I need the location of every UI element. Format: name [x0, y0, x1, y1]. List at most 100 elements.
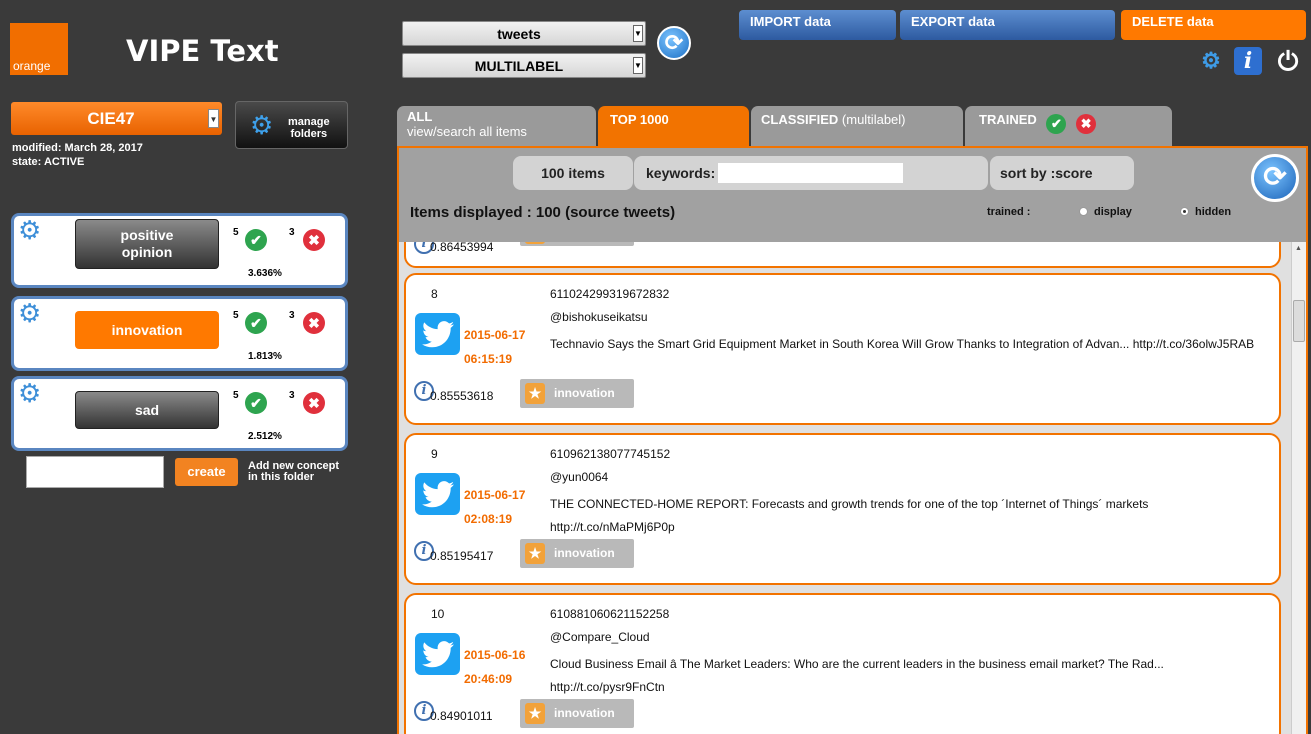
trained-hidden-radio[interactable]: hidden — [1180, 206, 1231, 218]
concept-tag[interactable]: ★ innovation — [520, 379, 634, 408]
item-date: 2015-06-16 20:46:09 — [464, 648, 526, 686]
radio-dot[interactable] — [1079, 207, 1088, 216]
check-icon[interactable]: ✔ — [245, 312, 267, 334]
cross-icon: ✖ — [1076, 114, 1097, 134]
items-panel: 100 items keywords: sort by :score ⟳ Ite… — [397, 146, 1308, 734]
tab-classified[interactable]: CLASSIFIED (multilabel) — [751, 106, 963, 146]
concept-card: ⚙ sad 5 ✔ 3 ✖ 2.512% — [11, 376, 348, 451]
tab-all[interactable]: ALL view/search all items — [397, 106, 596, 146]
chevron-down-icon[interactable]: ▼ — [633, 25, 643, 42]
item-date: 2015-06-17 06:15:19 — [464, 328, 526, 366]
item-score: 0.85195417 — [430, 549, 494, 563]
award-icon: ★ — [525, 242, 545, 244]
negative-count: 3 — [289, 390, 295, 401]
folder-select-value: CIE47 — [87, 109, 135, 128]
item-number: 8 — [431, 287, 438, 301]
scrollbar[interactable]: ▲ — [1291, 242, 1306, 734]
check-icon[interactable]: ✔ — [245, 229, 267, 251]
items-toolbar: 100 items keywords: sort by :score ⟳ Ite… — [399, 148, 1306, 242]
negative-count: 3 — [289, 310, 295, 321]
check-icon[interactable]: ✔ — [245, 392, 267, 414]
item-text: Technavio Says the Smart Grid Equipment … — [550, 337, 1255, 351]
chevron-down-icon[interactable]: ▼ — [633, 57, 643, 74]
sort-by[interactable]: sort by :score — [990, 156, 1134, 190]
twitter-icon — [415, 313, 460, 355]
folder-select[interactable]: CIE47 ▼ — [11, 102, 222, 135]
scrollbar-thumb[interactable] — [1293, 300, 1305, 342]
item-score: 0.86453994 — [430, 242, 494, 254]
concept-tag[interactable]: ★ — [520, 242, 634, 246]
positive-count: 5 — [233, 227, 239, 238]
item-user[interactable]: @yun0064 — [550, 470, 608, 484]
concept-card: ⚙ positive opinion 5 ✔ 3 ✖ 3.636% — [11, 213, 348, 288]
item-text: Cloud Business Email â The Market Leader… — [550, 657, 1164, 694]
concept-label: innovation — [111, 321, 183, 338]
concept-button[interactable]: innovation — [75, 311, 219, 349]
source-select[interactable]: tweets ▼ — [402, 21, 646, 46]
cross-icon[interactable]: ✖ — [303, 312, 325, 334]
items-count: 100 items — [513, 156, 633, 190]
create-concept-button[interactable]: create — [175, 458, 238, 486]
concept-button[interactable]: positive opinion — [75, 219, 219, 269]
gear-icon[interactable]: ⚙ — [18, 380, 41, 406]
tab-top-1000[interactable]: TOP 1000 — [598, 106, 749, 146]
items-list: i 0.86453994 ★ 8 2015-06-1706:15:19 6110… — [399, 242, 1306, 734]
delete-data-button[interactable]: DELETE data — [1121, 10, 1306, 40]
radio-dot[interactable] — [1180, 207, 1189, 216]
negative-count: 3 — [289, 227, 295, 238]
concept-percentage: 3.636% — [248, 268, 282, 279]
new-concept-input[interactable] — [26, 456, 164, 488]
concept-tag[interactable]: ★ innovation — [520, 699, 634, 728]
chevron-down-icon[interactable]: ▼ — [208, 109, 219, 128]
list-item: 10 2015-06-16 20:46:09 610881060621152258… — [404, 593, 1281, 734]
info-icon[interactable]: i — [1234, 47, 1262, 75]
trained-label: trained : — [987, 206, 1031, 218]
concept-tag[interactable]: ★ innovation — [520, 539, 634, 568]
mode-select-value: MULTILABEL — [474, 58, 564, 74]
refresh-icon[interactable]: ⟳ — [657, 26, 691, 60]
award-icon: ★ — [525, 383, 545, 404]
item-id: 610962138077745152 — [550, 447, 671, 461]
check-icon: ✔ — [1046, 114, 1067, 134]
tab-trained[interactable]: TRAINED ✔ ✖ — [965, 106, 1172, 146]
item-user[interactable]: @bishokuseikatsu — [550, 310, 648, 324]
keywords-input[interactable] — [718, 163, 903, 183]
concept-percentage: 1.813% — [248, 351, 282, 362]
list-item: 8 2015-06-17 06:15:19 611024299319672832 … — [404, 273, 1281, 425]
settings-icon[interactable]: ⚙ — [1197, 47, 1225, 75]
cross-icon[interactable]: ✖ — [303, 229, 325, 251]
folder-meta: modified: March 28, 2017 state: ACTIVE — [12, 141, 143, 169]
item-user[interactable]: @Compare_Cloud — [550, 630, 650, 644]
refresh-icon[interactable]: ⟳ — [1251, 154, 1299, 202]
folder-state: state: ACTIVE — [12, 156, 85, 168]
item-number: 10 — [431, 607, 445, 621]
item-text: THE CONNECTED-HOME REPORT: Forecasts and… — [550, 497, 1149, 534]
keywords-label: keywords: — [646, 165, 716, 181]
item-number: 9 — [431, 447, 438, 461]
scroll-up-icon[interactable]: ▲ — [1295, 245, 1302, 252]
gear-icon[interactable]: ⚙ — [18, 300, 41, 326]
concept-button[interactable]: sad — [75, 391, 219, 429]
manage-folders-label-2: folders — [290, 128, 328, 140]
concept-label-2: opinion — [121, 244, 173, 260]
trained-display-radio[interactable]: display — [1079, 206, 1132, 218]
list-item: i 0.86453994 ★ — [404, 242, 1281, 268]
item-id: 611024299319672832 — [550, 287, 670, 301]
manage-folders-label: manage — [288, 116, 330, 128]
concept-label: positive — [120, 227, 174, 243]
folder-modified: modified: March 28, 2017 — [12, 142, 143, 154]
export-data-button[interactable]: EXPORT data — [900, 10, 1115, 40]
app-title: VIPE Text — [126, 34, 279, 68]
manage-folders-button[interactable]: ⚙ manage folders — [235, 101, 348, 149]
power-icon[interactable]: ⏻ — [1274, 47, 1302, 75]
import-data-button[interactable]: IMPORT data — [739, 10, 896, 40]
keywords-filter: keywords: — [634, 156, 988, 190]
item-score: 0.84901011 — [430, 709, 493, 723]
concept-percentage: 2.512% — [248, 431, 282, 442]
brand-text: orange — [13, 59, 51, 73]
mode-select[interactable]: MULTILABEL ▼ — [402, 53, 646, 78]
list-item: 9 2015-06-17 02:08:19 610962138077745152 … — [404, 433, 1281, 585]
positive-count: 5 — [233, 310, 239, 321]
gear-icon[interactable]: ⚙ — [18, 217, 41, 243]
cross-icon[interactable]: ✖ — [303, 392, 325, 414]
